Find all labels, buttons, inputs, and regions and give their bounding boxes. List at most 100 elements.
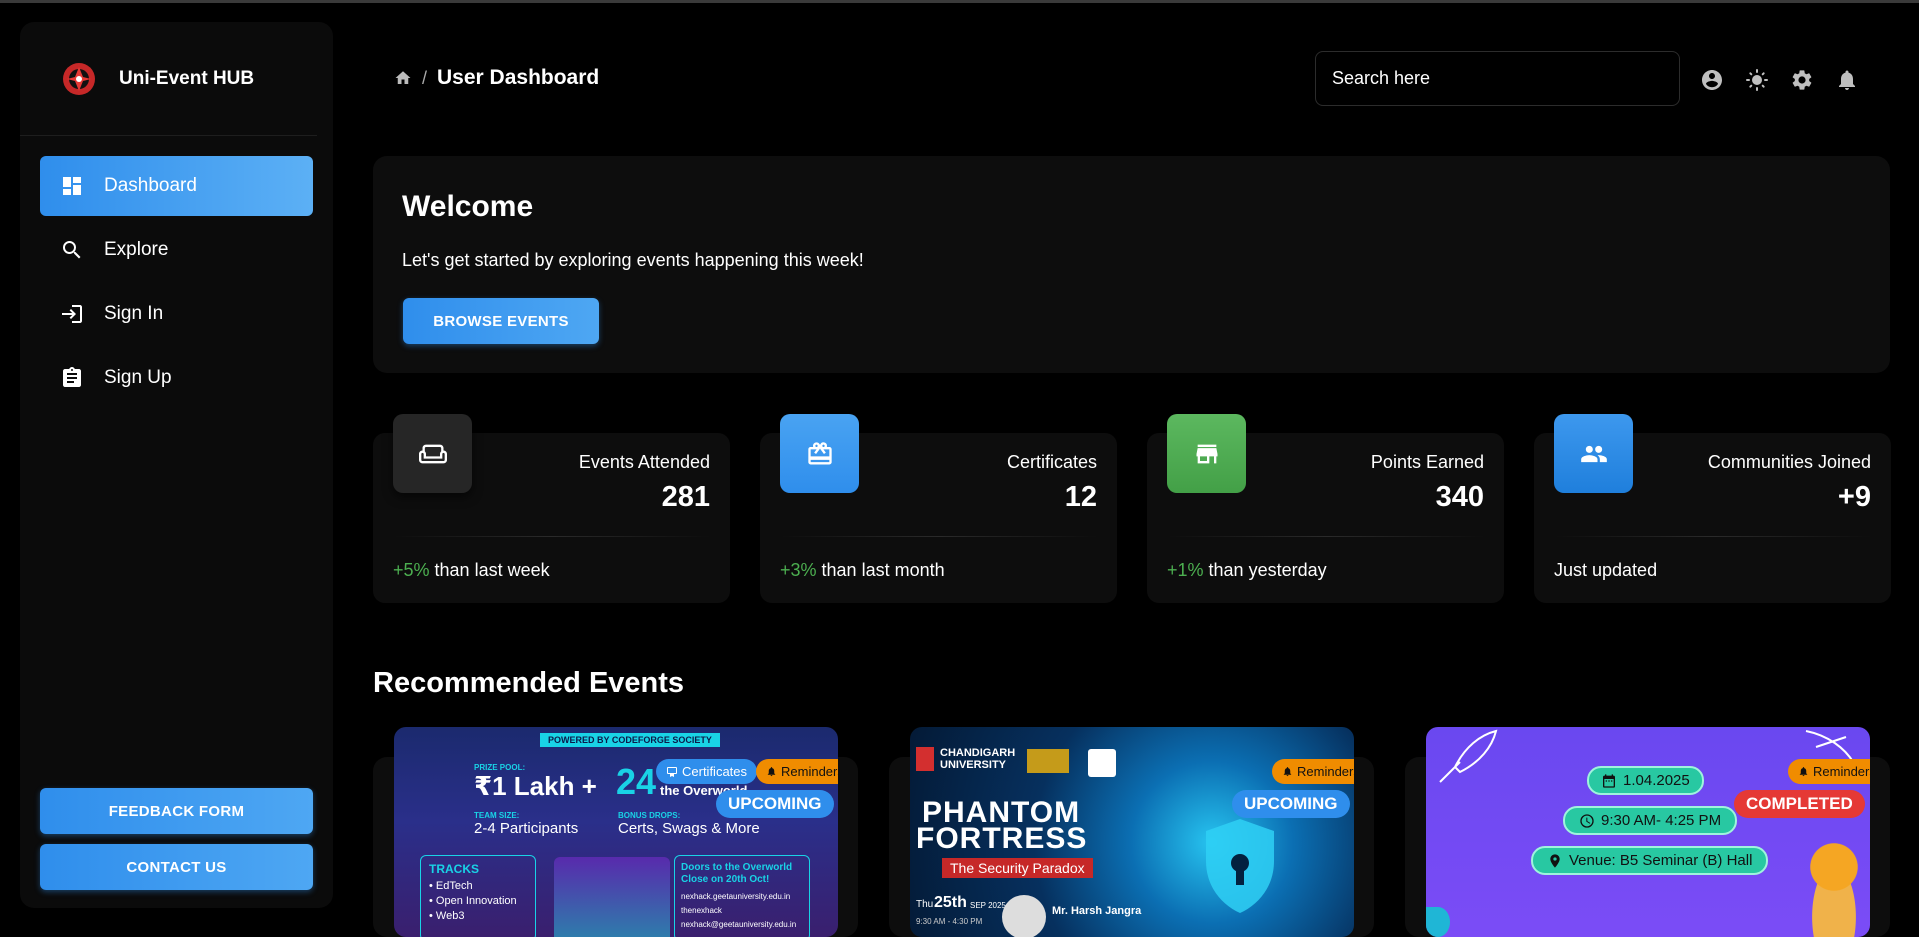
breadcrumb: / User Dashboard	[394, 66, 599, 90]
sidebar-item-sign-in[interactable]: Sign In	[40, 284, 313, 344]
stat-value: +9	[1837, 481, 1871, 513]
divider	[1167, 536, 1484, 537]
clipboard-icon	[63, 367, 81, 387]
stat-footnote: +5% than last week	[393, 560, 550, 581]
sidebar: Uni-Event HUB Dashboard Explore Sign In …	[20, 22, 333, 908]
stat-card-points-earned: Points Earned 340 +1% than yesterday	[1147, 414, 1504, 603]
status-badge: UPCOMING	[716, 790, 834, 818]
stat-value: 340	[1435, 481, 1484, 513]
store-icon	[1167, 414, 1246, 493]
poster-bonus-label: BONUS DROPS:	[618, 811, 681, 820]
event-card-seminar[interactable]: 1.04.2025 9:30 AM- 4:25 PM Venue: B5 Sem…	[1426, 727, 1870, 937]
poster-contact: nexhack.geetauniversity.edu.in	[681, 892, 791, 901]
brand-name: Uni-Event HUB	[119, 67, 255, 89]
brand[interactable]: Uni-Event HUB	[20, 22, 317, 136]
stat-footnote: +3% than last month	[780, 560, 945, 581]
stat-label: Events Attended	[578, 452, 710, 472]
header-icons	[1700, 68, 1859, 97]
poster-speaker: Mr. Harsh Jangra	[1052, 905, 1142, 917]
status-badge: COMPLETED	[1734, 790, 1865, 818]
sidebar-item-label: Sign Up	[104, 367, 172, 388]
poster-time-pill: 9:30 AM- 4:25 PM	[1563, 806, 1738, 835]
welcome-card: Welcome Let's get started by exploring e…	[373, 156, 1890, 373]
poster-venue: Venue: B5 Seminar (B) Hall	[1569, 852, 1753, 869]
poster-hours: 24	[616, 761, 657, 802]
reminders-label: Reminders	[1297, 764, 1354, 779]
poster-title-2: FORTRESS	[916, 822, 1088, 855]
certificates-label: Certificates	[682, 764, 748, 779]
poster-subtitle: The Security Paradox	[942, 858, 1093, 878]
poster-prize: ₹1 Lakh +	[474, 771, 597, 801]
stat-label: Certificates	[1006, 452, 1097, 472]
search-icon	[63, 241, 81, 259]
poster-tracks-box: TRACKS • EdTech • Open Innovation • Web3	[420, 855, 536, 937]
sun-icon[interactable]	[1745, 68, 1769, 97]
sidebar-item-sign-up[interactable]: Sign Up	[40, 348, 313, 408]
search-input[interactable]	[1315, 51, 1680, 106]
gear-icon[interactable]	[1790, 68, 1814, 97]
poster-team: 2-4 Participants	[474, 820, 579, 837]
reminders-badge[interactable]: Reminders	[756, 759, 838, 784]
stat-change: +3%	[780, 560, 817, 580]
poster-day: Thu	[916, 899, 934, 910]
contact-us-button[interactable]: CONTACT US	[40, 844, 313, 890]
feedback-form-button[interactable]: FEEDBACK FORM	[40, 788, 313, 834]
poster-date: 25th	[934, 894, 967, 911]
poster-powered-by: POWERED BY CODEFORGE SOCIETY	[540, 733, 720, 747]
stat-footnote-text: than yesterday	[1203, 560, 1327, 580]
poster-venue-pill: Venue: B5 Seminar (B) Hall	[1531, 846, 1769, 875]
location-pin-icon	[1550, 853, 1560, 868]
poster-month: SEP 2025	[970, 901, 1006, 910]
breadcrumb-separator: /	[422, 67, 428, 88]
calendar-icon	[1603, 773, 1615, 788]
window-top-border	[0, 0, 1919, 3]
browse-events-button[interactable]: BROWSE EVENTS	[403, 298, 599, 344]
rocket-icon	[1439, 729, 1498, 783]
status-badge: UPCOMING	[1232, 790, 1350, 818]
poster-contact: thenexhack	[681, 906, 722, 915]
poster-date: 1.04.2025	[1623, 772, 1690, 789]
sidebar-item-explore[interactable]: Explore	[40, 220, 313, 280]
recommended-events-title: Recommended Events	[373, 667, 685, 699]
dashboard-icon	[63, 177, 81, 195]
stat-value: 281	[661, 481, 710, 513]
poster-bonus: Certs, Swags & More	[618, 820, 760, 837]
certificates-badge[interactable]: Certificates	[656, 759, 758, 784]
bell-icon[interactable]	[1835, 68, 1859, 97]
poster-chip-graphic	[554, 857, 670, 937]
sidebar-item-dashboard[interactable]: Dashboard	[40, 156, 313, 216]
event-card-phantom-fortress[interactable]: CHANDIGARH UNIVERSITY PHANTOM FORTRESS T…	[910, 727, 1354, 937]
account-icon[interactable]	[1700, 68, 1724, 97]
poster-doors-text: Doors to the Overworld Close on 20th Oct…	[681, 862, 793, 885]
poster-time: 9:30 AM - 4:30 PM	[916, 917, 983, 926]
poster-track: • Open Innovation	[429, 895, 517, 907]
stat-footnote-text: Just updated	[1554, 560, 1658, 580]
sidebar-nav: Dashboard Explore Sign In Sign Up	[20, 136, 333, 408]
event-card-nexhack[interactable]: POWERED BY CODEFORGE SOCIETY PRIZE POOL:…	[394, 727, 838, 937]
home-icon[interactable]	[394, 69, 412, 87]
sidebar-item-label: Sign In	[104, 303, 164, 324]
stat-card-communities-joined: Communities Joined +9 Just updated	[1534, 414, 1891, 603]
university-logo	[916, 747, 934, 771]
poster-university: CHANDIGARH UNIVERSITY	[940, 747, 1016, 771]
welcome-title: Welcome	[402, 190, 534, 223]
stat-footnote: Just updated	[1554, 560, 1657, 581]
gift-card-icon	[780, 414, 859, 493]
welcome-text: Let's get started by exploring events ha…	[402, 250, 864, 270]
reminders-badge[interactable]: Reminders	[1272, 759, 1354, 784]
clock-icon	[1580, 813, 1594, 828]
stat-footnote-text: than last month	[816, 560, 945, 580]
sofa-icon	[393, 414, 472, 493]
sidebar-item-label: Explore	[104, 239, 169, 260]
reminders-label: Reminders	[1813, 764, 1870, 779]
stat-card-events-attended: Events Attended 281 +5% than last week	[373, 414, 730, 603]
poster-contact-box: Doors to the Overworld Close on 20th Oct…	[674, 855, 810, 937]
mascot-illustration	[1800, 837, 1868, 937]
bell-icon	[767, 767, 776, 777]
reminders-badge[interactable]: Reminders	[1788, 759, 1870, 784]
stat-card-certificates: Certificates 12 +3% than last month	[760, 414, 1117, 603]
divider	[1554, 536, 1871, 537]
reminders-label: Reminders	[781, 764, 838, 779]
brand-logo-icon	[63, 62, 95, 95]
stat-footnote-text: than last week	[429, 560, 550, 580]
